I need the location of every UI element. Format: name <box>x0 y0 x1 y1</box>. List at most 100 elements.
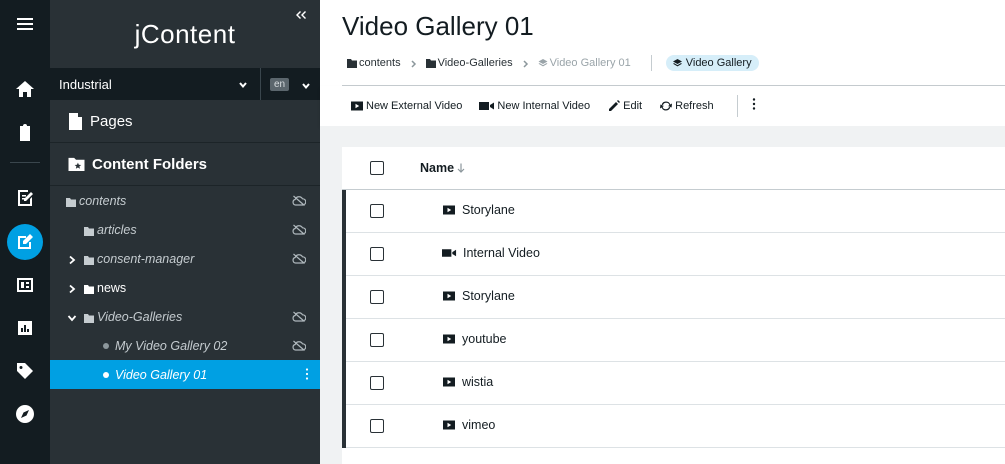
content-type-label: Video Gallery <box>685 57 752 69</box>
folder-icon <box>84 254 94 265</box>
tree-item-label: My Video Gallery 02 <box>115 338 228 353</box>
more-actions-icon[interactable] <box>752 97 756 115</box>
row-name: Storylane <box>442 289 515 303</box>
select-all-checkbox[interactable] <box>370 161 384 175</box>
row-checkbox[interactable] <box>370 204 384 218</box>
youtube-icon <box>443 291 455 301</box>
compass-icon[interactable] <box>7 396 43 432</box>
row-indicator <box>342 405 346 448</box>
main-content: Video Gallery 01 contents Video-Gallerie… <box>320 0 1005 464</box>
tree-item-articles[interactable]: articles <box>50 215 320 244</box>
row-indicator <box>342 276 346 319</box>
content-type-badge: Video Gallery <box>665 55 759 71</box>
row-name-label: vimeo <box>462 418 496 432</box>
tree-item-label: articles <box>97 222 137 237</box>
row-name-label: wistia <box>462 375 494 389</box>
row-checkbox[interactable] <box>370 247 384 261</box>
breadcrumb: contents Video-Galleries Video Gallery 0… <box>347 55 759 71</box>
tree-item-contents[interactable]: contents <box>50 186 320 215</box>
new-internal-video-button[interactable]: New Internal Video <box>479 100 590 112</box>
chevron-right-icon[interactable] <box>67 254 77 265</box>
toolbar: New External Video New Internal Video Ed… <box>320 86 1005 126</box>
clipboard-icon[interactable] <box>7 115 43 151</box>
button-label: Refresh <box>675 100 714 112</box>
tree-item-video-galleries[interactable]: Video-Galleries <box>50 302 320 331</box>
site-selector[interactable]: Industrial <box>50 68 258 100</box>
tree-item-label: consent-manager <box>97 251 195 266</box>
accordion-pages-label: Pages <box>90 112 133 130</box>
row-indicator <box>342 362 346 405</box>
layers-icon <box>538 58 548 66</box>
collapse-icon[interactable] <box>294 8 308 22</box>
content-folder-tree: contents articles consent-manager news V… <box>50 186 320 389</box>
row-name-label: youtube <box>462 332 507 346</box>
tree-item-label: Video Gallery 01 <box>115 367 208 382</box>
folder-icon <box>425 58 436 68</box>
jcontent-icon[interactable] <box>7 224 43 260</box>
breadcrumb-label: Video-Galleries <box>437 57 513 69</box>
chevron-down-icon[interactable] <box>67 312 77 322</box>
accordion-content-folders-label: Content Folders <box>92 155 207 173</box>
row-checkbox[interactable] <box>370 376 384 390</box>
tree-item-news[interactable]: news <box>50 273 320 302</box>
more-options-icon[interactable] <box>305 368 309 380</box>
tree-item-video-gallery-01[interactable]: Video Gallery 01 <box>50 360 320 389</box>
youtube-icon <box>443 205 455 215</box>
table-row[interactable]: youtube <box>342 319 1005 362</box>
app-logo: jContent <box>134 18 236 49</box>
breadcrumb-label: Video Gallery 01 <box>549 57 631 69</box>
tree-item-label: Video-Galleries <box>97 309 183 324</box>
breadcrumb-item-contents[interactable]: contents <box>347 57 401 69</box>
reports-icon[interactable] <box>7 310 43 346</box>
row-checkbox[interactable] <box>370 333 384 347</box>
table-row[interactable]: wistia <box>342 362 1005 405</box>
column-header-name[interactable]: Name <box>420 161 465 175</box>
page-icon <box>69 112 82 130</box>
row-checkbox[interactable] <box>370 419 384 433</box>
row-name-label: Storylane <box>462 203 515 217</box>
navigation-panel: jContent Industrial en Pages Content Fol… <box>50 0 320 464</box>
table-row[interactable]: Storylane <box>342 276 1005 319</box>
home-icon[interactable] <box>7 71 43 107</box>
tree-item-consent-manager[interactable]: consent-manager <box>50 244 320 273</box>
breadcrumb-item-current: Video Gallery 01 <box>538 57 631 69</box>
cloud-off-icon <box>292 340 307 351</box>
tree-item-label: contents <box>79 193 127 208</box>
edit-button[interactable]: Edit <box>607 100 642 112</box>
row-name: vimeo <box>442 418 495 432</box>
breadcrumb-label: contents <box>359 57 401 69</box>
language-selector[interactable]: en <box>260 68 320 100</box>
tree-item-my-video-gallery-02[interactable]: My Video Gallery 02 <box>50 331 320 360</box>
table-row[interactable]: vimeo <box>342 405 1005 448</box>
pencil-icon <box>609 100 621 111</box>
chevron-down-icon <box>238 78 248 93</box>
refresh-button[interactable]: Refresh <box>659 100 714 112</box>
tag-icon[interactable] <box>7 353 43 389</box>
row-name-label: Storylane <box>462 289 515 303</box>
new-external-video-button[interactable]: New External Video <box>350 100 462 112</box>
layers-icon <box>672 58 682 66</box>
menu-icon[interactable] <box>7 6 43 42</box>
cloud-off-icon <box>292 224 307 235</box>
node-dot-icon <box>103 342 109 349</box>
accordion-content-folders[interactable]: Content Folders <box>50 143 320 186</box>
folder-icon <box>84 312 94 323</box>
dashboard-icon[interactable] <box>7 267 43 303</box>
table-row[interactable]: Storylane <box>342 190 1005 233</box>
language-code: en <box>270 77 290 91</box>
site-name: Industrial <box>59 76 112 92</box>
chevron-right-icon[interactable] <box>67 283 77 294</box>
toolbar-divider <box>736 95 738 117</box>
row-checkbox[interactable] <box>370 290 384 304</box>
breadcrumb-item-video-galleries[interactable]: Video-Galleries <box>425 57 513 69</box>
youtube-icon <box>443 420 455 430</box>
accordion-pages[interactable]: Pages <box>50 100 320 143</box>
page-composer-icon[interactable] <box>7 180 43 216</box>
table-row[interactable]: Internal Video <box>342 233 1005 276</box>
chevron-right-icon <box>410 59 417 68</box>
row-name: wistia <box>442 375 493 389</box>
cloud-off-icon <box>292 311 307 322</box>
folder-icon <box>84 283 94 294</box>
folder-icon <box>66 196 76 207</box>
rail-divider <box>10 162 40 163</box>
